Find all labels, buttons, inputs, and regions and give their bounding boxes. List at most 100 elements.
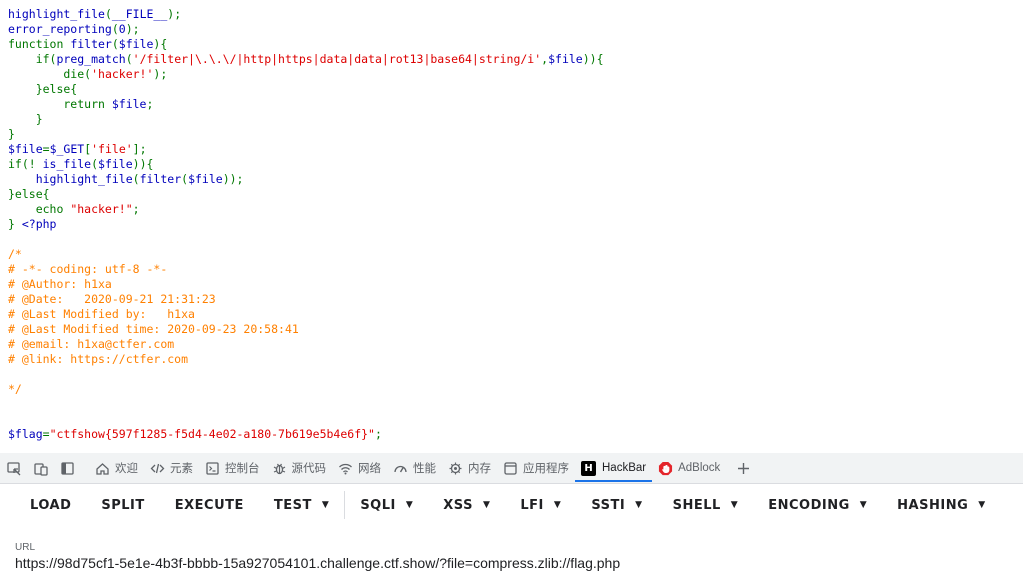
code-token: # @link: https://ctfer.com xyxy=(8,352,189,366)
caret-down-icon: ▼ xyxy=(321,500,330,510)
code-token: */ xyxy=(8,382,22,396)
devtools-tab-sources[interactable]: 源代码 xyxy=(266,453,333,483)
code-token: "hacker!" xyxy=(70,202,133,216)
console-icon xyxy=(206,461,219,475)
shell-button[interactable]: SHELL ▼ xyxy=(658,484,754,526)
adblock-icon xyxy=(659,461,673,475)
caret-down-icon: ▼ xyxy=(730,500,739,510)
code-token: function xyxy=(8,37,71,51)
code-token: preg_match xyxy=(56,52,126,66)
devtools-tab-inspect[interactable] xyxy=(0,453,27,483)
code-line: if(preg_match('/filter|\.\.\/|http|https… xyxy=(8,52,604,67)
test-button[interactable]: TEST ▼ xyxy=(259,484,344,526)
button-label: HASHING xyxy=(897,497,969,513)
button-label: SSTI xyxy=(591,497,626,513)
code-token: ; xyxy=(374,427,382,441)
lfi-button[interactable]: LFI ▼ xyxy=(505,484,576,526)
code-token: $file xyxy=(111,97,147,111)
code-line: if(! is_file($file)){ xyxy=(8,157,153,172)
devtools-tab-label: AdBlock xyxy=(678,462,721,474)
devtools-tab-label: HackBar xyxy=(602,462,647,474)
code-token: if( xyxy=(8,52,57,66)
button-label: XSS xyxy=(443,497,473,513)
code-token: highlight_file xyxy=(35,172,133,186)
devtools-tab-application[interactable]: 应用程序 xyxy=(497,453,575,483)
hashing-button[interactable]: HASHING ▼ xyxy=(882,484,1001,526)
sqli-button[interactable]: SQLI ▼ xyxy=(345,484,428,526)
devtools-tab-elements[interactable]: 元素 xyxy=(144,453,199,483)
code-token: ); xyxy=(167,7,182,21)
code-token: $file xyxy=(8,142,43,156)
code-token: = xyxy=(42,142,50,156)
code-line: }else{ xyxy=(8,82,78,97)
plus-icon xyxy=(738,462,750,474)
code-token: error_reporting xyxy=(8,22,112,36)
code-token: # @Last Modified time: 2020-09-23 20:58:… xyxy=(8,322,299,336)
encoding-button[interactable]: ENCODING ▼ xyxy=(753,484,882,526)
code-line: # @Last Modified by: h1xa xyxy=(8,307,195,322)
device-toggle-icon xyxy=(34,462,48,476)
button-label: ENCODING xyxy=(768,497,850,513)
code-token: # -*- coding: utf-8 -*- xyxy=(8,262,168,276)
code-token: )){ xyxy=(132,157,154,171)
xss-button[interactable]: XSS ▼ xyxy=(428,484,505,526)
code-token: "ctfshow{597f1285-f5d4-4e02-a180-7b619e5… xyxy=(49,427,375,441)
code-line: $file=$_GET['file']; xyxy=(8,142,147,157)
devtools-tab-device[interactable] xyxy=(27,453,54,483)
devtools-tab-network[interactable]: 网络 xyxy=(332,453,387,483)
code-token: /* xyxy=(8,247,22,261)
devtools-tab-label: 性能 xyxy=(413,463,436,475)
devtools-tab-adblock[interactable]: AdBlock xyxy=(652,453,726,483)
sidebar-icon xyxy=(61,461,74,475)
code-token: '/filter|\.\.\/|http|https|data|data|rot… xyxy=(132,52,542,66)
devtools-tab-label: 欢迎 xyxy=(115,463,138,475)
code-token: = xyxy=(42,427,50,441)
code-token: ( xyxy=(111,22,119,36)
code-token: $_GET xyxy=(49,142,85,156)
devtools-tab-performance[interactable]: 性能 xyxy=(387,453,442,483)
devtools-tab-hackbar[interactable]: H HackBar xyxy=(575,454,653,482)
devtools-tab-label: 应用程序 xyxy=(523,463,569,475)
devtools-tab-label: 源代码 xyxy=(291,463,327,475)
code-line: # @link: https://ctfer.com xyxy=(8,352,188,367)
url-input[interactable]: https://98d75cf1-5e1e-4b3f-bbbb-15a92705… xyxy=(15,555,620,571)
devtools-tab-console[interactable]: 控制台 xyxy=(199,453,266,483)
code-token: if(! xyxy=(8,157,43,171)
devtools-tab-add[interactable] xyxy=(730,453,757,483)
code-token: ( xyxy=(132,172,140,186)
code-token: ( xyxy=(125,52,133,66)
devtools-tab-sidebar[interactable] xyxy=(54,453,81,483)
code-token: } xyxy=(8,112,43,126)
code-line: echo "hacker!"; xyxy=(8,202,140,217)
code-line: # -*- coding: utf-8 -*- xyxy=(8,262,167,277)
code-line: /* xyxy=(8,247,22,262)
code-token: die( xyxy=(8,67,92,81)
code-line: function filter($file){ xyxy=(8,37,167,52)
code-token: filter xyxy=(139,172,182,186)
code-token: 'hacker!' xyxy=(91,67,154,81)
ssti-button[interactable]: SSTI ▼ xyxy=(576,484,657,526)
code-line: highlight_file(filter($file)); xyxy=(8,172,244,187)
code-token: ); xyxy=(153,67,168,81)
devtools-tab-memory[interactable]: 内存 xyxy=(442,453,497,483)
code-token: }else{ xyxy=(8,82,78,96)
code-token: ; xyxy=(132,202,140,216)
button-label: LOAD xyxy=(30,497,72,513)
code-token: ]; xyxy=(132,142,147,156)
devtools-tab-welcome[interactable]: 欢迎 xyxy=(89,453,144,483)
code-line: return $file; xyxy=(8,97,153,112)
code-token: } xyxy=(8,217,22,231)
code-token: ; xyxy=(146,97,154,111)
execute-button[interactable]: EXECUTE xyxy=(160,484,259,526)
hackbar-toolbar: LOAD SPLIT EXECUTE TEST ▼ SQLI ▼ XSS ▼ LFI ▼ SSTI ▼ S… xyxy=(0,484,1023,526)
load-button[interactable]: LOAD xyxy=(15,484,86,526)
devtools-tab-label: 元素 xyxy=(170,463,193,475)
button-label: SHELL xyxy=(672,497,721,513)
split-button[interactable]: SPLIT xyxy=(86,484,159,526)
code-token: # @Date: 2020-09-21 21:31:23 xyxy=(8,292,216,306)
code-token: 'file' xyxy=(91,142,133,156)
gauge-icon xyxy=(394,465,407,472)
code-icon xyxy=(150,463,165,473)
code-token: # @email: h1xa@ctfer.com xyxy=(8,337,175,351)
